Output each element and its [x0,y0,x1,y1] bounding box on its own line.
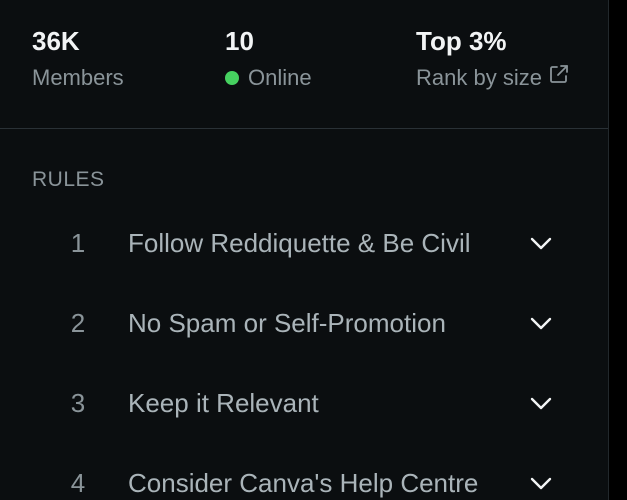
rank-label[interactable]: Rank by size [416,64,542,92]
community-sidebar-panel: 36K Members 10 Online Top 3% Rank by siz… [0,0,609,500]
online-count: 10 [225,26,254,56]
rank-stat[interactable]: Top 3% Rank by size [416,26,570,92]
rule-item-1[interactable]: 1 Follow Reddiquette & Be Civil [0,203,608,283]
online-indicator-icon [225,71,239,85]
rule-number: 1 [70,228,86,258]
community-stats: 36K Members 10 Online Top 3% Rank by siz… [0,0,608,129]
rules-list: 1 Follow Reddiquette & Be Civil 2 No Spa… [0,203,608,500]
rule-title[interactable]: Keep it Relevant [128,387,319,419]
chevron-down-icon[interactable] [528,313,554,333]
rule-title[interactable]: Consider Canva's Help Centre [128,467,478,499]
rank-value: Top 3% [416,26,507,56]
rule-item-4[interactable]: 4 Consider Canva's Help Centre [0,443,608,500]
online-label-row: Online [225,64,312,92]
chevron-down-icon[interactable] [528,233,554,253]
online-stat: 10 Online [225,26,312,92]
rule-item-2[interactable]: 2 No Spam or Self-Promotion [0,283,608,363]
external-link-icon[interactable] [548,63,570,85]
rule-item-3[interactable]: 3 Keep it Relevant [0,363,608,443]
rules-heading: RULES [32,168,105,191]
members-stat: 36K Members [32,26,124,92]
members-count: 36K [32,26,80,56]
rule-number: 2 [70,308,86,338]
rule-title[interactable]: No Spam or Self-Promotion [128,307,446,339]
rule-title[interactable]: Follow Reddiquette & Be Civil [128,227,471,259]
rule-number: 4 [70,468,86,498]
members-label: Members [32,65,124,90]
rule-number: 3 [70,388,86,418]
rank-link[interactable]: Rank by size [416,64,570,92]
chevron-down-icon[interactable] [528,393,554,413]
online-label: Online [248,65,312,90]
chevron-down-icon[interactable] [528,473,554,493]
